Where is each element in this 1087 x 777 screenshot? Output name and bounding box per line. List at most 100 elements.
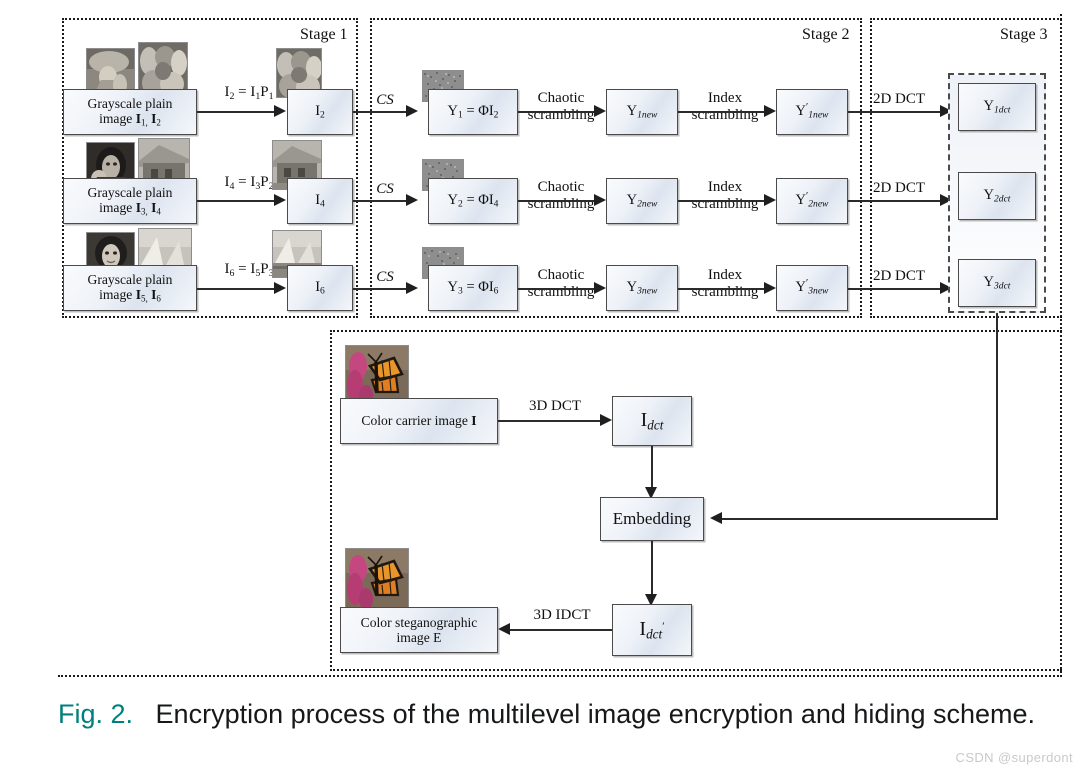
index-label-3: Index scrambling: [691, 267, 759, 300]
cs-label-1: CS: [376, 92, 394, 108]
output-idct-label: 3D IDCT: [533, 607, 591, 623]
chaotic-arrow-head-1: [594, 105, 606, 117]
chaotic-connector-1: [518, 111, 596, 114]
idct-to-embedding-connector: [651, 446, 654, 489]
stage2-ynewprime-box-3[interactable]: Y′3new: [776, 265, 848, 311]
embedding-to-idctprime-connector: [651, 541, 654, 596]
stage3-dct-label-1: Y1dct: [983, 97, 1011, 116]
cs-connector-2: [353, 200, 410, 203]
stage2-cs-label-2: Y2 = ΦI4: [447, 191, 499, 210]
stage2-ynew-box-3[interactable]: Y3new: [606, 265, 678, 311]
idct-prime-label: Idct′: [639, 617, 665, 642]
stage3-dct-label-3: Y3dct: [983, 273, 1011, 292]
stage1-result-box-2[interactable]: I4: [287, 178, 353, 224]
stage1-source-box-2[interactable]: Grayscale plain image I3, I4: [63, 178, 197, 224]
stage2-ynew-box-2[interactable]: Y2new: [606, 178, 678, 224]
stage3-dct-label-2: Y2dct: [983, 186, 1011, 205]
dct-connector-1: [848, 111, 943, 114]
carrier-to-idct-arrow-head: [600, 414, 612, 426]
stage-3-label: Stage 3: [1000, 26, 1048, 43]
stage2-ynewprime-box-1[interactable]: Y′1new: [776, 89, 848, 135]
dct-connector-2: [848, 200, 943, 203]
carrier-image-label: Color carrier image I: [361, 413, 477, 429]
idctprime-to-output-connector: [510, 629, 612, 632]
stage1-source-box-3[interactable]: Grayscale plain image I5, I6: [63, 265, 197, 311]
stage1-connector-1: [197, 111, 276, 114]
stego-image-box[interactable]: Color steganographic image E: [340, 607, 498, 653]
stage3-dct-box-1[interactable]: Y1dct: [958, 83, 1036, 131]
index-arrow-head-2: [764, 194, 776, 206]
figure-caption-text: Encryption process of the multilevel ima…: [155, 699, 1036, 729]
stage1-result-label-2: I4: [315, 191, 325, 210]
cs-arrow-head-3: [406, 282, 418, 294]
stage-2-label: Stage 2: [802, 26, 850, 43]
stage1-result-box-1[interactable]: I2: [287, 89, 353, 135]
embedding-box[interactable]: Embedding: [600, 497, 704, 541]
cs-connector-3: [353, 288, 410, 291]
stego-image-label-line1: Color steganographic: [360, 614, 478, 630]
idct-label: Idct: [640, 408, 664, 433]
stage1-source-label-2-line1: Grayscale plain: [87, 185, 173, 201]
watermark-text: CSDN @superdont: [955, 750, 1073, 765]
stage2-cs-label-3: Y3 = ΦI6: [447, 278, 499, 297]
stage1-arrow-head-1: [274, 105, 286, 117]
carrier-to-idct-connector: [498, 420, 602, 423]
index-connector-2: [678, 200, 766, 203]
stego-image-label-line2: image E: [396, 630, 442, 645]
idctprime-to-output-arrow-head: [498, 623, 510, 635]
stage2-ynew-box-1[interactable]: Y1new: [606, 89, 678, 135]
index-arrow-head-1: [764, 105, 776, 117]
stage3-dct-box-3[interactable]: Y3dct: [958, 259, 1036, 307]
stage2-ynewprime-box-2[interactable]: Y′2new: [776, 178, 848, 224]
stage2-ynewprime-label-3: Y′3new: [795, 278, 829, 298]
figure-diagram: Stage 1 Stage 2 Stage 3 Grayscale plain …: [0, 0, 1087, 777]
index-connector-1: [678, 111, 766, 114]
carrier-dct-label: 3D DCT: [528, 398, 582, 414]
stage2-ynewprime-label-1: Y′1new: [795, 102, 829, 122]
chaotic-arrow-head-2: [594, 194, 606, 206]
idct-prime-box[interactable]: Idct′: [612, 604, 692, 656]
stage1-source-label-3-line2: image I5, I6: [99, 287, 161, 304]
thumbnail-peppers: [138, 42, 188, 96]
stage1-source-label-2-line2: image I3, I4: [99, 200, 161, 217]
chaotic-connector-2: [518, 200, 596, 203]
stage2-ynewprime-label-2: Y′2new: [795, 191, 829, 211]
stage2-cs-box-1[interactable]: Y1 = ΦI2: [428, 89, 518, 135]
stage3-to-embedding-arrow-head: [710, 512, 722, 524]
thumbnail-butterfly-stego: [345, 548, 409, 612]
stage1-source-label-1-line1: Grayscale plain: [87, 96, 173, 112]
cs-label-2: CS: [376, 181, 394, 197]
index-label-1: Index scrambling: [691, 90, 759, 123]
stage3-to-embedding-horizontal: [722, 518, 998, 521]
stage2-ynew-label-2: Y2new: [626, 191, 658, 210]
stage1-result-label-3: I6: [315, 278, 325, 297]
stage-1-label: Stage 1: [300, 26, 348, 43]
figure-number: Fig. 2.: [58, 699, 134, 729]
carrier-image-box[interactable]: Color carrier image I: [340, 398, 498, 444]
stage2-cs-box-3[interactable]: Y3 = ΦI6: [428, 265, 518, 311]
cs-arrow-head-2: [406, 194, 418, 206]
stage3-to-embedding-vertical: [996, 313, 999, 520]
dct-label-3: 2D DCT: [872, 268, 926, 284]
idct-box[interactable]: Idct: [612, 396, 692, 446]
index-arrow-head-3: [764, 282, 776, 294]
embedding-label: Embedding: [612, 509, 692, 529]
stage1-source-box-1[interactable]: Grayscale plain image I1, I2: [63, 89, 197, 135]
index-label-2: Index scrambling: [691, 179, 759, 212]
chaotic-arrow-head-3: [594, 282, 606, 294]
stage1-arrow-head-2: [274, 194, 286, 206]
stage3-dct-box-2[interactable]: Y2dct: [958, 172, 1036, 220]
stage1-connector-3: [197, 288, 276, 291]
stage1-result-box-3[interactable]: I6: [287, 265, 353, 311]
stage1-source-label-3-line1: Grayscale plain: [87, 272, 173, 288]
chaotic-connector-3: [518, 288, 596, 291]
stage2-ynew-label-1: Y1new: [626, 102, 658, 121]
stage1-source-label-1-line2: image I1, I2: [99, 111, 161, 128]
stage1-connector-2: [197, 200, 276, 203]
figure-caption: Fig. 2. Encryption process of the multil…: [58, 697, 1068, 731]
cs-label-3: CS: [376, 269, 394, 285]
cs-arrow-head-1: [406, 105, 418, 117]
stage2-cs-box-2[interactable]: Y2 = ΦI4: [428, 178, 518, 224]
stage1-result-label-1: I2: [315, 102, 325, 121]
stage2-cs-label-1: Y1 = ΦI2: [447, 102, 499, 121]
